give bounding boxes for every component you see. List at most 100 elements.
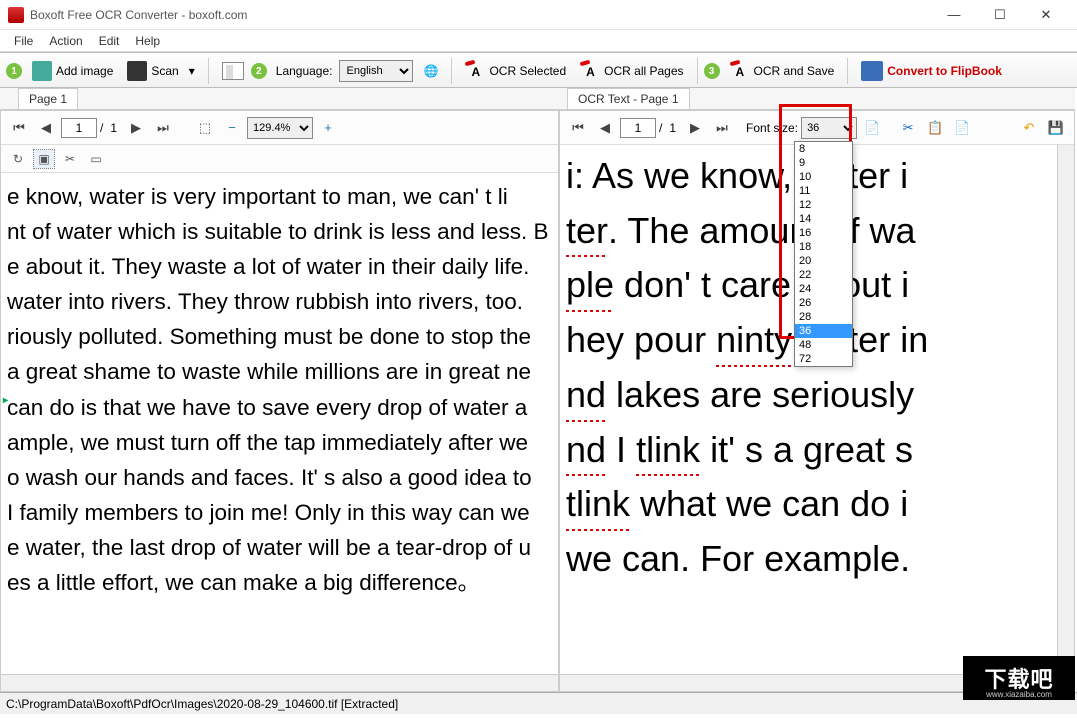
font-option-10[interactable]: 10 — [795, 170, 852, 184]
select-region-button[interactable]: ▣ — [33, 149, 55, 169]
zoom-fit-button[interactable]: ⬚ — [193, 116, 217, 140]
watermark-sub: www.xiazaiba.com — [986, 690, 1052, 699]
paste-button[interactable]: 📄 — [950, 116, 974, 140]
main-toolbar: 1 Add image Scan ▾ 2 Language: English 🌐… — [0, 52, 1077, 88]
left-nav-toolbar: ⏮ ◀ / 1 ▶ ⏭ ⬚ − 129.4% + — [1, 111, 558, 145]
menu-help[interactable]: Help — [127, 32, 168, 50]
minimize-button[interactable]: — — [931, 0, 977, 30]
save-text-button[interactable]: 💾 — [1044, 116, 1068, 140]
font-option-18[interactable]: 18 — [795, 240, 852, 254]
first-page-button[interactable]: ⏮ — [566, 116, 590, 140]
ocr-save-icon — [730, 61, 750, 81]
zoom-select[interactable]: 129.4% — [247, 117, 313, 139]
statusbar-path: C:\ProgramData\Boxoft\PdfOcr\Images\2020… — [6, 697, 398, 711]
tab-page-1[interactable]: Page 1 — [18, 88, 78, 109]
crop-button[interactable]: ✂ — [59, 149, 81, 169]
page-number-input[interactable] — [620, 118, 656, 138]
first-page-button[interactable]: ⏮ — [7, 116, 31, 140]
font-option-22[interactable]: 22 — [795, 268, 852, 282]
font-option-20[interactable]: 20 — [795, 254, 852, 268]
font-size-label: Font size: — [746, 121, 798, 135]
language-label: Language: — [276, 64, 333, 78]
step-badge-3: 3 — [704, 63, 720, 79]
h-scrollbar[interactable] — [1, 674, 558, 691]
font-size-dropdown[interactable]: 891011121416182022242628364872 — [794, 141, 853, 367]
font-option-9[interactable]: 9 — [795, 156, 852, 170]
maximize-button[interactable]: ☐ — [977, 0, 1023, 30]
rotate-button[interactable]: ↻ — [7, 149, 29, 169]
layout-icon — [222, 62, 244, 80]
window-title: Boxoft Free OCR Converter - boxoft.com — [30, 8, 931, 22]
page-total: 1 — [106, 121, 121, 135]
font-size-select[interactable]: 36 — [801, 117, 857, 139]
menu-file[interactable]: File — [6, 32, 41, 50]
menubar: File Action Edit Help — [0, 30, 1077, 52]
zoom-in-button[interactable]: + — [316, 116, 340, 140]
font-option-28[interactable]: 28 — [795, 310, 852, 324]
ocr-selected-icon — [465, 61, 485, 81]
last-page-button[interactable]: ⏭ — [151, 116, 175, 140]
ocr-all-icon — [580, 61, 600, 81]
copy-all-button[interactable]: 📄 — [860, 116, 884, 140]
app-icon — [8, 7, 24, 23]
page-total: 1 — [665, 121, 680, 135]
font-option-36[interactable]: 36 — [795, 324, 852, 338]
language-select[interactable]: English — [339, 60, 413, 82]
convert-flipbook-label: Convert to FlipBook — [887, 64, 1002, 78]
language-config-button[interactable]: 🌐 — [418, 60, 445, 82]
font-option-72[interactable]: 72 — [795, 352, 852, 366]
next-page-button[interactable]: ▶ — [683, 116, 707, 140]
font-option-14[interactable]: 14 — [795, 212, 852, 226]
menu-action[interactable]: Action — [41, 32, 90, 50]
font-option-24[interactable]: 24 — [795, 282, 852, 296]
right-tabbar: OCR Text - Page 1 — [559, 88, 1075, 110]
scan-icon — [127, 61, 147, 81]
right-nav-toolbar: ⏮ ◀ / 1 ▶ ⏭ Font size: 36 📄 ✂ 📋 📄 ↶ 💾 — [560, 111, 1074, 145]
scan-label: Scan — [151, 64, 178, 78]
font-option-8[interactable]: 8 — [795, 142, 852, 156]
font-option-48[interactable]: 48 — [795, 338, 852, 352]
titlebar: Boxoft Free OCR Converter - boxoft.com —… — [0, 0, 1077, 30]
watermark: 下载吧 www.xiazaiba.com — [963, 656, 1075, 700]
ocr-all-label: OCR all Pages — [604, 64, 683, 78]
image-text: e know, water is very important to man, … — [1, 173, 558, 606]
chevron-down-icon: ▾ — [189, 64, 195, 78]
layout-toggle-button[interactable] — [216, 58, 250, 84]
font-option-16[interactable]: 16 — [795, 226, 852, 240]
undo-button[interactable]: ↶ — [1017, 116, 1041, 140]
add-image-icon — [32, 61, 52, 81]
ocr-selected-label: OCR Selected — [489, 64, 566, 78]
page-view-button[interactable]: ▭ — [85, 149, 107, 169]
convert-flipbook-button[interactable]: Convert to FlipBook — [855, 57, 1008, 85]
copy-button[interactable]: 📋 — [923, 116, 947, 140]
prev-page-button[interactable]: ◀ — [593, 116, 617, 140]
globe-icon: 🌐 — [424, 64, 439, 78]
selection-toolbar: ↻ ▣ ✂ ▭ — [1, 145, 558, 173]
zoom-out-button[interactable]: − — [220, 116, 244, 140]
tab-ocr-text[interactable]: OCR Text - Page 1 — [567, 88, 690, 109]
font-option-12[interactable]: 12 — [795, 198, 852, 212]
add-image-button[interactable]: Add image — [26, 57, 119, 85]
statusbar: C:\ProgramData\Boxoft\PdfOcr\Images\2020… — [0, 692, 1077, 714]
next-page-button[interactable]: ▶ — [124, 116, 148, 140]
ocr-all-button[interactable]: OCR all Pages — [574, 57, 689, 85]
scan-button[interactable]: Scan ▾ — [121, 57, 200, 85]
ocr-selected-button[interactable]: OCR Selected — [459, 57, 572, 85]
page-separator: / — [659, 121, 662, 135]
page-number-input[interactable] — [61, 118, 97, 138]
ocr-save-label: OCR and Save — [754, 64, 835, 78]
menu-edit[interactable]: Edit — [91, 32, 128, 50]
ocr-save-button[interactable]: OCR and Save — [724, 57, 841, 85]
last-page-button[interactable]: ⏭ — [710, 116, 734, 140]
prev-page-button[interactable]: ◀ — [34, 116, 58, 140]
add-image-label: Add image — [56, 64, 113, 78]
insert-marker-icon: ▸ — [3, 395, 8, 406]
image-preview[interactable]: ▸ e know, water is very important to man… — [1, 173, 558, 674]
font-option-26[interactable]: 26 — [795, 296, 852, 310]
page-separator: / — [100, 121, 103, 135]
font-option-11[interactable]: 11 — [795, 184, 852, 198]
left-tabbar: Page 1 — [0, 88, 559, 110]
cut-button[interactable]: ✂ — [896, 116, 920, 140]
close-button[interactable]: ✕ — [1023, 0, 1069, 30]
book-icon — [861, 61, 883, 81]
